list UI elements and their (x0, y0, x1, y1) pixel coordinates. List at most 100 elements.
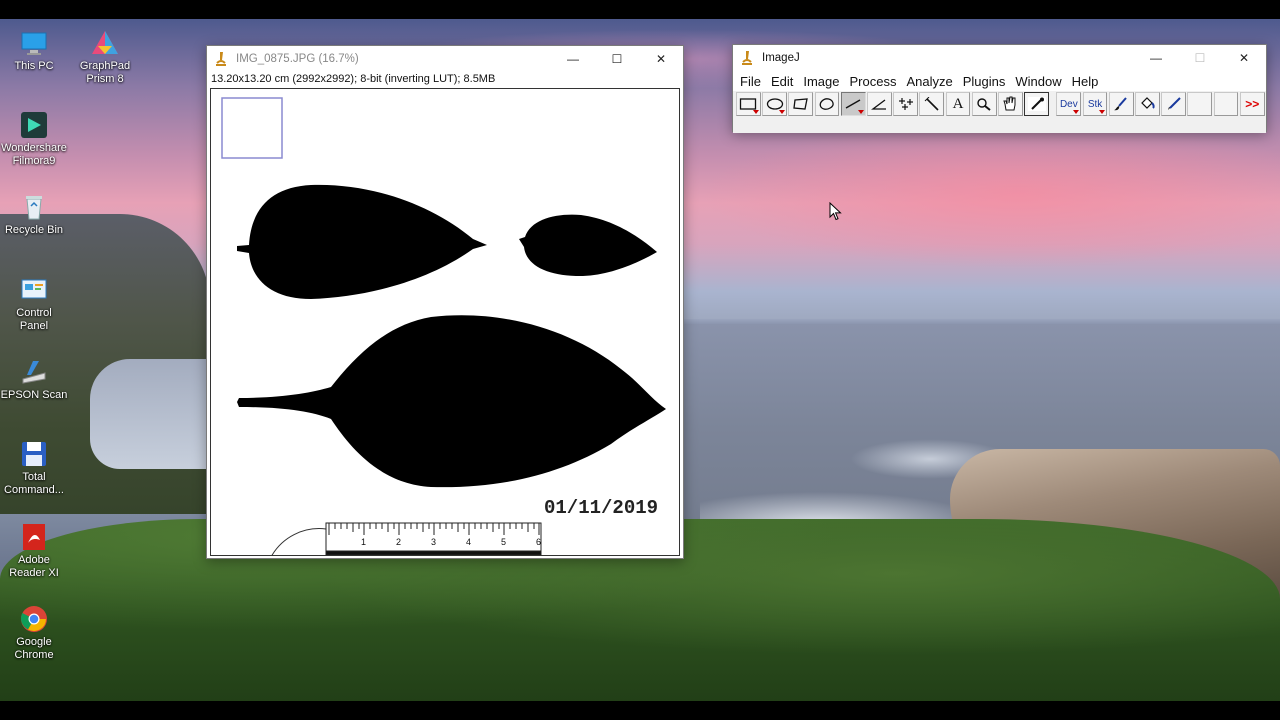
more-tools-label: >> (1245, 97, 1260, 111)
imagej-microscope-icon (740, 50, 754, 66)
oval-icon (766, 98, 783, 110)
flood-fill-tool[interactable] (1135, 92, 1160, 116)
angle-tool[interactable] (867, 92, 892, 116)
monitor-icon (19, 28, 49, 58)
hand-icon (1003, 96, 1016, 111)
menu-plugins[interactable]: Plugins (958, 74, 1011, 89)
imagej-menubar: File Edit Image Process Analyze Plugins … (733, 71, 1266, 91)
close-button[interactable]: ✕ (639, 46, 683, 72)
more-tools-button[interactable]: >> (1239, 92, 1265, 116)
menu-analyze[interactable]: Analyze (901, 74, 957, 89)
ruler-number: 1 (361, 537, 366, 547)
color-picker-tool[interactable] (1024, 92, 1050, 116)
desktop-icon-label: Recycle Bin (4, 224, 64, 236)
scanner-icon (19, 357, 49, 387)
angle-icon (871, 99, 887, 110)
leaf-image: 01/11/2019 1 2 3 4 5 6 (221, 97, 666, 555)
desktop-icon-label: Control Panel (16, 307, 52, 332)
polygon-tool[interactable] (788, 92, 814, 116)
ruler-baseline (325, 550, 542, 555)
rectangle-icon (740, 98, 757, 110)
left-bay (90, 359, 210, 469)
recycle-bin-icon (19, 192, 49, 222)
rectangle-tool[interactable] (736, 92, 761, 116)
polygon-icon (793, 98, 808, 110)
brush-icon (1114, 97, 1128, 111)
dropper-icon (1027, 97, 1046, 111)
tool-menu-indicator (1073, 110, 1080, 114)
minimize-button[interactable]: — (1134, 45, 1178, 71)
developer-menu-tool[interactable]: Dev (1056, 92, 1082, 116)
pencil-tool[interactable] (1161, 92, 1187, 116)
image-window-titlebar[interactable]: IMG_0875.JPG (16.7%) — ☐ ✕ (207, 46, 683, 72)
imagej-microscope-icon (214, 51, 228, 67)
menu-help[interactable]: Help (1067, 74, 1104, 89)
stk-label: Stk (1087, 98, 1103, 110)
pencil-icon (1167, 97, 1181, 110)
desktop-icon-label: GraphPad Prism 8 (79, 60, 131, 85)
image-canvas[interactable]: 01/11/2019 1 2 3 4 5 6 (210, 88, 680, 556)
desktop-icon-label: Total Command... (4, 471, 64, 496)
prism-icon (90, 28, 120, 58)
maximize-button[interactable]: ☐ (1178, 45, 1222, 71)
stack-tools-tool[interactable]: Stk (1082, 92, 1108, 116)
leaf-bottom (237, 315, 666, 488)
desktop-icon-this-pc[interactable]: This PC (0, 28, 72, 73)
wand-tool[interactable] (919, 92, 945, 116)
oval-tool[interactable] (762, 92, 788, 116)
ruler-number: 4 (466, 537, 471, 547)
ruler-number: 3 (431, 537, 436, 547)
menu-window[interactable]: Window (1010, 74, 1066, 89)
desktop-icon-adobe-reader[interactable]: Adobe Reader XI (0, 522, 72, 580)
minimize-button[interactable]: — (551, 46, 595, 72)
chrome-icon (19, 604, 49, 634)
desktop-icon-google-chrome[interactable]: Google Chrome (0, 604, 72, 662)
desktop-icon-graphpad-prism[interactable]: GraphPad Prism 8 (67, 28, 143, 86)
pdf-icon (19, 522, 49, 552)
multipoint-tool[interactable] (893, 92, 919, 116)
ruler-number: 6 (536, 537, 541, 547)
desktop-icon-label: Adobe Reader XI (9, 554, 59, 579)
leaf-top-left (237, 184, 487, 299)
mouse-pointer-icon (829, 202, 842, 221)
desktop-icon-label: Wondershare Filmora9 (1, 142, 67, 167)
control-panel-icon (19, 275, 49, 305)
desktop-icon-label: Google Chrome (14, 636, 54, 661)
ruler-number: 5 (501, 537, 506, 547)
empty-tool-slot[interactable] (1213, 92, 1239, 116)
multipoint-icon (898, 98, 913, 110)
magnifier-tool[interactable] (971, 92, 997, 116)
date-stamp: 01/11/2019 (544, 497, 658, 519)
imagej-titlebar[interactable]: ImageJ — ☐ ✕ (733, 45, 1266, 71)
menu-edit[interactable]: Edit (766, 74, 798, 89)
desktop-icon-total-commander[interactable]: Total Command... (0, 439, 72, 497)
desktop-icon-control-panel[interactable]: Control Panel (0, 275, 72, 333)
ruler-number: 2 (396, 537, 401, 547)
menu-file[interactable]: File (735, 74, 766, 89)
text-tool[interactable]: A (945, 92, 971, 116)
line-tool[interactable] (840, 92, 866, 116)
desktop-icon-label: EPSON Scan (0, 389, 68, 401)
brush-tool[interactable] (1108, 92, 1134, 116)
empty-tool-slot[interactable] (1187, 92, 1213, 116)
desktop-icon-wondershare-filmora[interactable]: Wondershare Filmora9 (0, 110, 72, 168)
close-button[interactable]: ✕ (1222, 45, 1266, 71)
imagej-window[interactable]: ImageJ — ☐ ✕ File Edit Image Process Ana… (732, 44, 1267, 133)
desktop-icon-epson-scan[interactable]: EPSON Scan (0, 357, 72, 402)
tool-menu-indicator (857, 110, 864, 114)
imagej-title: ImageJ (762, 52, 800, 64)
filmora-icon (19, 110, 49, 140)
tool-menu-indicator (779, 110, 786, 114)
menu-process[interactable]: Process (845, 74, 902, 89)
selection-rectangle (221, 97, 283, 159)
imagej-toolbar: A Dev Stk >> (733, 91, 1266, 117)
bottom-letterbox (0, 701, 1280, 720)
freehand-icon (819, 98, 834, 110)
hand-tool[interactable] (998, 92, 1023, 116)
freehand-tool[interactable] (814, 92, 840, 116)
maximize-button[interactable]: ☐ (595, 46, 639, 72)
imagej-status-bar (733, 117, 1266, 133)
desktop-icon-recycle-bin[interactable]: Recycle Bin (0, 192, 72, 237)
menu-image[interactable]: Image (798, 74, 844, 89)
image-window[interactable]: IMG_0875.JPG (16.7%) — ☐ ✕ 13.20x13.20 c… (206, 45, 684, 559)
